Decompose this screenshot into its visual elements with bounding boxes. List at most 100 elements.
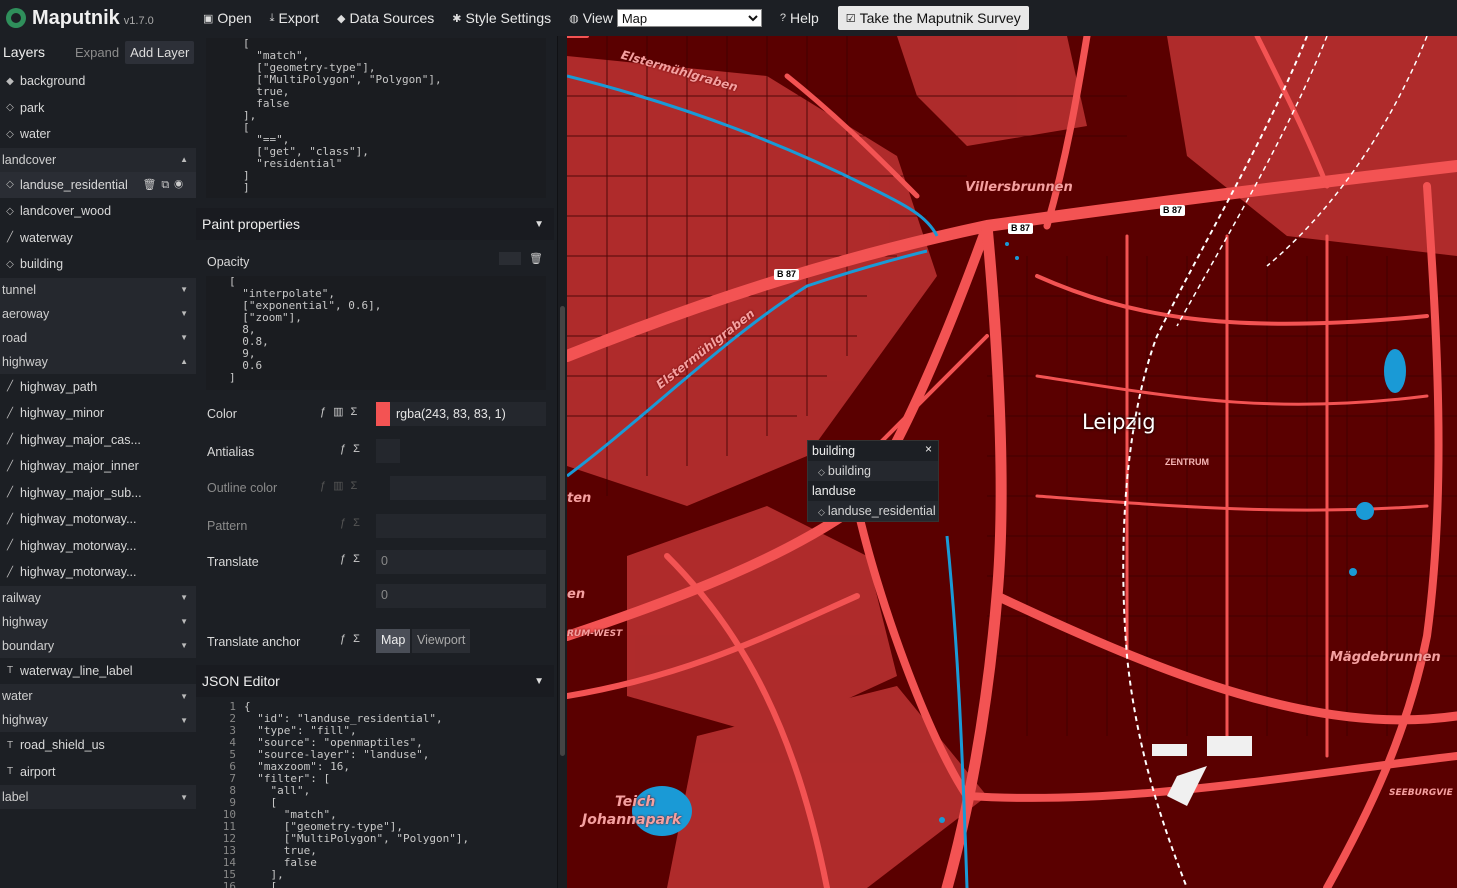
layer-item-label: highway_motorway... [20,538,137,553]
layer-item-park[interactable]: ◇ park [0,95,196,122]
translate-y-input[interactable]: 0 [376,584,546,608]
layer-item-label: waterway_line_label [20,663,133,678]
pattern-input[interactable] [376,514,546,538]
anchor-viewport-button[interactable]: Viewport [412,629,471,653]
antialias-checkbox[interactable] [376,439,400,463]
layer-group-label: highway [2,354,48,369]
layer-item-highway_major_cas...[interactable]: ╱ highway_major_cas... [0,427,196,454]
layer-item-landuse_residential[interactable]: ◇ landuse_residential 🗑⧉◉ [0,171,196,198]
pattern-label: Pattern [207,519,248,533]
antialias-label: Antialias [207,445,255,459]
data-sources-button[interactable]: ◆ Data Sources [328,0,443,36]
layer-group-road[interactable]: road ▼ [0,325,196,350]
view-select[interactable]: Map [616,9,762,27]
layer-item-highway_path[interactable]: ╱ highway_path [0,374,196,401]
layer-item-highway_motorway...[interactable]: ╱ highway_motorway... [0,533,196,560]
layer-item-label: highway_motorway... [20,512,137,527]
anchor-function-icons[interactable]: ƒΣ [340,633,367,645]
layer-item-highway_motorway...[interactable]: ╱ highway_motorway... [0,506,196,533]
fill-outline-icon: ◇ [6,102,14,114]
popup-item[interactable]: ◇ building [808,461,938,481]
layer-item-highway_major_inner[interactable]: ╱ highway_major_inner [0,453,196,480]
layer-item-building[interactable]: ◇ building [0,251,196,278]
layer-group-label: water [2,689,33,703]
survey-button[interactable]: ☑ Take the Maputnik Survey [837,6,1029,30]
color-input[interactable]: rgba(243, 83, 83, 1) [390,402,546,426]
map-canvas[interactable]: Elstermühlgraben Elstermühlgraben Viller… [567,36,1457,888]
layer-list: Layers Expand Add Layer ◆ background ◇ park… [0,36,196,888]
layer-item-water[interactable]: ◇ water [0,121,196,148]
popup-item[interactable]: ◇ landuse_residential [808,501,938,521]
export-button[interactable]: ⤓ Export [261,0,328,36]
pattern-function-icons[interactable]: ƒΣ [340,517,367,529]
antialias-function-icons[interactable]: ƒΣ [340,443,367,455]
toolbar: Maputnik v1.7.0 ▣ Open ⤓ Export ◆ Data Sour… [0,0,1457,36]
expand-button[interactable]: Expand [75,45,119,60]
undo-icon[interactable] [499,252,521,265]
layer-item-label: highway_motorway... [20,565,137,580]
editor-scrollbar[interactable] [558,36,567,888]
fill-outline-icon: ◇ [818,467,825,477]
opacity-code-editor[interactable]: [ "interpolate", ["exponential", 0.6], [… [206,276,546,390]
layer-group-water[interactable]: water ▼ [0,684,196,708]
layer-item-waterway[interactable]: ╱ waterway [0,225,196,252]
translate-label: Translate [207,555,259,569]
fill-outline-icon: ◇ [6,205,14,217]
layer-group-highway[interactable]: highway ▼ [0,708,196,732]
anchor-map-button[interactable]: Map [376,629,411,653]
paint-properties-header[interactable]: Paint properties ▼ [196,208,554,240]
outline-function-icons[interactable]: ƒ▥Σ [320,479,364,492]
layer-group-label[interactable]: label ▼ [0,785,196,809]
layer-group-tunnel[interactable]: tunnel ▼ [0,277,196,302]
map-label-district: SEEBURGVIE [1389,788,1453,798]
outline-color-label: Outline color [207,481,278,495]
json-code-editor[interactable]: 1{2 "id": "landuse_residential", 3 "type"… [206,701,551,888]
caret-down-icon: ▼ [180,641,188,650]
opacity-label: Opacity [207,255,250,269]
caret-down-icon: ▼ [180,617,188,626]
scrollbar-thumb[interactable] [560,306,565,756]
layer-action-icons[interactable]: 🗑⧉◉ [142,178,188,192]
layer-group-landcover[interactable]: landcover ▲ [0,147,196,172]
layer-item-highway_major_sub...[interactable]: ╱ highway_major_sub... [0,480,196,507]
help-button[interactable]: ? Help [771,0,828,36]
layer-group-aeroway[interactable]: aeroway ▼ [0,301,196,326]
layer-item-background[interactable]: ◆ background [0,68,196,95]
layer-group-highway[interactable]: highway ▼ [0,609,196,634]
view-control: ◍ View Map [560,0,771,36]
app-logo[interactable]: Maputnik v1.7.0 [0,0,194,36]
trash-icon[interactable]: 🗑 [529,252,550,265]
color-swatch[interactable] [376,402,391,426]
outline-color-input[interactable] [390,476,546,500]
layer-item-waterway_line_label[interactable]: Twaterway_line_label [0,658,196,685]
popup-item-label: landuse_residential [827,504,936,518]
layer-editor: [ "match", ["geometry-type"], ["MultiPol… [196,36,558,888]
close-icon[interactable]: × [925,442,932,456]
layer-group-label: label [2,790,29,804]
help-label: Help [789,10,819,26]
caret-down-icon: ▼ [180,691,188,701]
layer-list-header: Layers Expand Add Layer [0,36,196,68]
layer-item-road_shield_us[interactable]: Troad_shield_us [0,732,196,759]
layer-item-highway_motorway...[interactable]: ╱ highway_motorway... [0,559,196,586]
translate-function-icons[interactable]: ƒΣ [340,553,367,565]
filter-code-editor[interactable]: [ "match", ["geometry-type"], ["MultiPol… [206,38,546,198]
translate-x-input[interactable]: 0 [376,550,546,574]
open-button[interactable]: ▣ Open [194,0,261,36]
gear-icon: ✱ [452,12,462,25]
layer-item-highway_minor[interactable]: ╱ highway_minor [0,400,196,427]
layer-group-highway[interactable]: highway ▲ [0,349,196,374]
add-layer-button[interactable]: Add Layer [125,40,195,64]
layer-group-boundary[interactable]: boundary ▼ [0,633,196,658]
color-function-icons[interactable]: ƒ▥Σ [320,405,364,418]
open-label: Open [217,10,252,26]
layer-item-label: highway_major_sub... [20,485,142,500]
layer-item-landcover_wood[interactable]: ◇ landcover_wood [0,198,196,225]
style-settings-button[interactable]: ✱ Style Settings [443,0,560,36]
json-editor-header[interactable]: JSON Editor ▼ [196,665,554,697]
app-name: Maputnik [32,6,120,29]
popup-group-title: landuse [808,481,938,501]
layer-group-railway[interactable]: railway ▼ [0,585,196,610]
map-label-johannapark: Johannapark [582,812,682,828]
layer-item-airport[interactable]: Tairport [0,759,196,786]
